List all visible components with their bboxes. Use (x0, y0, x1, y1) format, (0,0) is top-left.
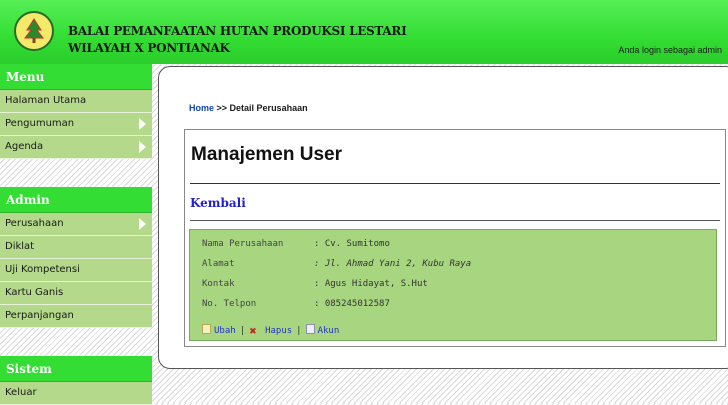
sidebar-item-perusahaan[interactable]: Perusahaan (0, 213, 152, 236)
sidebar-item-label: Kartu Ganis (5, 287, 64, 298)
site-title-line2: WILAYAH X PONTIANAK (68, 41, 230, 55)
sidebar-item-diklat[interactable]: Diklat (0, 236, 152, 259)
admin-heading: Admin (0, 187, 152, 213)
detail-label: Alamat (202, 259, 235, 269)
sidebar-item-keluar[interactable]: Keluar (0, 382, 152, 405)
delete-link[interactable]: Hapus (265, 326, 292, 336)
detail-label: Kontak (202, 279, 235, 289)
sidebar-item-halaman-utama[interactable]: Halaman Utama (0, 90, 152, 113)
sidebar-item-kartu-ganis[interactable]: Kartu Ganis (0, 282, 152, 305)
back-link[interactable]: Kembali (190, 196, 246, 210)
menu-heading: Menu (0, 64, 152, 90)
detail-value: : Cv. Sumitomo (314, 239, 390, 249)
site-title-line1: BALAI PEMANFAATAN HUTAN PRODUKSI LESTARI (68, 24, 407, 38)
detail-value: : Jl. Ahmad Yani 2, Kubu Raya (314, 259, 472, 269)
sidebar-item-label: Halaman Utama (5, 95, 87, 106)
sidebar-item-label: Perusahaan (5, 218, 64, 229)
detail-label: Nama Perusahaan (202, 239, 284, 249)
company-detail-panel: Nama Perusahaan : Cv. Sumitomo Alamat : Jl… (189, 229, 717, 341)
header-bar: BALAI PEMANFAATAN HUTAN PRODUKSI LESTARI… (0, 0, 728, 64)
detail-row-address: Alamat : Jl. Ahmad Yani 2, Kubu Raya (202, 259, 471, 269)
edit-doc-icon (202, 324, 211, 334)
divider (190, 183, 720, 184)
detail-label: No. Telpon (202, 299, 257, 309)
sidebar-item-label: Perpanjangan (5, 310, 74, 321)
sidebar: Menu Halaman Utama Pengumuman Agenda Adm… (0, 64, 152, 405)
separator: | (239, 326, 246, 336)
arrow-right-icon (139, 218, 146, 230)
action-links: Ubah | ✖ Hapus | Akun (202, 324, 339, 337)
page-title: Manajemen User (191, 144, 343, 165)
breadcrumb-current: >> Detail Perusahaan (216, 103, 308, 113)
sidebar-item-pengumuman[interactable]: Pengumuman (0, 113, 152, 136)
detail-row-contact: Kontak : Agus Hidayat, S.Hut (202, 279, 428, 289)
sidebar-item-label: Diklat (5, 241, 35, 252)
login-status: Anda login sebagai admin (618, 45, 722, 55)
user-account-icon (305, 324, 315, 334)
detail-row-phone: No. Telpon : 085245012587 (202, 299, 390, 309)
account-link[interactable]: Akun (318, 326, 340, 336)
breadcrumb-home-link[interactable]: Home (189, 103, 214, 113)
detail-value: : Agus Hidayat, S.Hut (314, 279, 428, 289)
sidebar-item-label: Keluar (5, 387, 37, 398)
sidebar-item-agenda[interactable]: Agenda (0, 136, 152, 159)
sidebar-item-label: Pengumuman (5, 118, 75, 129)
breadcrumb: Home >> Detail Perusahaan (189, 103, 308, 113)
sidebar-item-uji-kompetensi[interactable]: Uji Kompetensi (0, 259, 152, 282)
arrow-right-icon (139, 141, 146, 153)
tree-logo-icon (14, 11, 54, 51)
divider (190, 220, 720, 221)
detail-value: : 085245012587 (314, 299, 390, 309)
edit-link[interactable]: Ubah (214, 326, 236, 336)
sidebar-item-label: Uji Kompetensi (5, 264, 80, 275)
separator: | (296, 326, 302, 336)
delete-x-icon: ✖ (249, 327, 257, 337)
sidebar-item-perpanjangan[interactable]: Perpanjangan (0, 305, 152, 328)
system-heading: Sistem (0, 356, 152, 382)
sidebar-item-label: Agenda (5, 141, 44, 152)
main-panel: Home >> Detail Perusahaan Manajemen User… (158, 66, 728, 369)
detail-row-name: Nama Perusahaan : Cv. Sumitomo (202, 239, 390, 249)
content-box: Manajemen User Kembali Nama Perusahaan : … (184, 129, 726, 347)
arrow-right-icon (139, 118, 146, 130)
